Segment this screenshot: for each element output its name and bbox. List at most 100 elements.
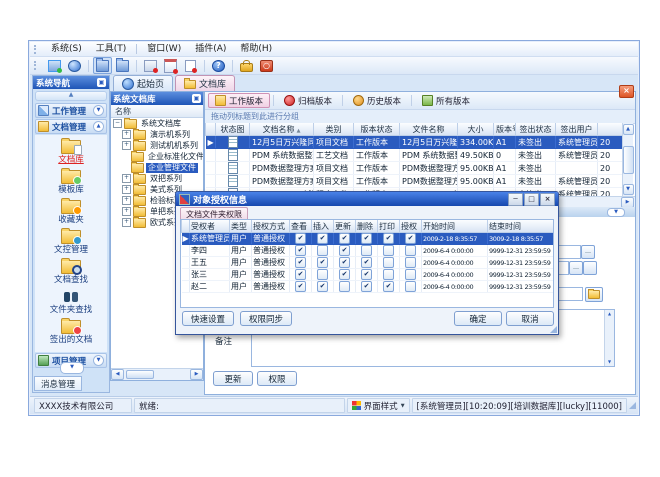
checkbox[interactable] [339, 245, 350, 256]
perm-column-header-2[interactable]: 类型 [230, 220, 252, 233]
close-tab-button[interactable]: × [619, 85, 634, 98]
permission-sync-button[interactable]: 权限同步 [240, 311, 292, 326]
permission-row-5[interactable]: 赵二用户普通授权2009-6-4 0:00:009999-12-31 23:59… [182, 281, 554, 293]
perm-column-header-8[interactable]: 打印 [378, 220, 400, 233]
column-header-2[interactable]: 文档名称▲ [250, 123, 314, 136]
perm-column-header-9[interactable]: 授权 [400, 220, 422, 233]
scroll-left-icon[interactable]: ◀ [111, 369, 124, 380]
sidebar-item-3[interactable]: 收藏夹 [35, 198, 107, 228]
checkbox[interactable] [295, 281, 306, 292]
perm-column-header-1[interactable]: 受权者 [190, 220, 230, 233]
perm-column-header-11[interactable]: 结束时间 [488, 220, 554, 233]
chevron-down-icon[interactable]: ▼ [93, 105, 104, 116]
tree-node-2[interactable]: +演示机系列 [111, 129, 203, 140]
page-alert-button[interactable] [181, 57, 200, 74]
scroll-thumb[interactable] [623, 146, 634, 174]
ellipsis-button[interactable]: … [581, 245, 595, 259]
browse-button[interactable] [583, 261, 597, 275]
checkbox[interactable] [339, 233, 350, 244]
checkbox[interactable] [383, 269, 394, 280]
checkbox[interactable] [317, 233, 328, 244]
tree-panel-menu-icon[interactable]: ▣ [192, 94, 201, 103]
checkbox[interactable] [295, 245, 306, 256]
tree-expander-icon[interactable]: + [122, 185, 131, 194]
dialog-resize-grip[interactable] [550, 326, 557, 333]
checkbox[interactable] [405, 257, 416, 268]
tree-expander-icon[interactable]: + [122, 218, 131, 227]
checkbox[interactable] [295, 257, 306, 268]
perm-column-header-5[interactable]: 插入 [312, 220, 334, 233]
sidebar-collapse-button[interactable]: ▲ [35, 91, 107, 101]
sync-button[interactable] [45, 57, 64, 74]
menu-item-1[interactable]: 系统(S) [44, 43, 89, 56]
checkbox[interactable] [383, 257, 394, 268]
column-header-5[interactable]: 文件名称 [400, 123, 458, 136]
tree-column-header[interactable]: 名称 [111, 105, 203, 118]
document-row-4[interactable]: PDM数据整理方案2.doc项目文档工作版本PDM数据整理方案2.doc95.0… [206, 175, 623, 188]
checkbox[interactable] [339, 269, 350, 280]
chevron-up-icon[interactable]: ▲ [93, 121, 104, 132]
sidebar-section-document[interactable]: 文档管理 ▲ [35, 119, 107, 134]
ui-style-selector[interactable]: 界面样式 ▼ [347, 398, 410, 413]
tab-1[interactable]: 起始页 [113, 75, 173, 91]
update-button[interactable]: 更新 [213, 371, 253, 386]
version-button-3[interactable]: 历史版本 [346, 93, 408, 108]
tree-expander-icon[interactable]: + [122, 174, 131, 183]
tree-node-3[interactable]: +测试机机系列 [111, 140, 203, 151]
perm-column-header-4[interactable]: 查看 [290, 220, 312, 233]
perm-column-header-7[interactable]: 删除 [356, 220, 378, 233]
calendar-alert-button[interactable] [161, 57, 180, 74]
tree-node-1[interactable]: −系统文档库 [111, 118, 203, 129]
checkbox[interactable] [361, 269, 372, 280]
checkbox[interactable] [405, 245, 416, 256]
tree-node-5[interactable]: 企业管理文件 [111, 162, 203, 173]
menu-item-4[interactable]: 插件(A) [188, 43, 233, 56]
permission-button[interactable]: 权限 [257, 371, 297, 386]
permission-row-4[interactable]: 张三用户普通授权2009-6-4 0:00:009999-12-31 23:59… [182, 269, 554, 281]
checkbox[interactable] [317, 245, 328, 256]
permission-row-3[interactable]: 王五用户普通授权2009-6-4 0:00:009999-12-31 23:59… [182, 257, 554, 269]
splitter-collapse-icon[interactable]: ▼ [607, 208, 625, 217]
cancel-button[interactable]: 取消 [506, 311, 554, 326]
tab-2[interactable]: 文档库 [175, 75, 235, 91]
tree-expander-icon[interactable]: + [122, 207, 131, 216]
open-folder-button[interactable] [585, 287, 603, 302]
message-mgmt-tab[interactable]: 消息管理 [34, 376, 82, 391]
checkbox[interactable] [339, 257, 350, 268]
tree-expander-icon[interactable]: − [113, 119, 122, 128]
ellipsis-button[interactable]: … [569, 261, 583, 275]
checkbox[interactable] [405, 233, 416, 244]
sidebar-pin-icon[interactable]: ▣ [97, 78, 106, 87]
group-by-bar[interactable]: 拖动列标题到此进行分组 [205, 110, 635, 124]
column-header-9[interactable]: 签出用户 [556, 123, 598, 136]
document-row-3[interactable]: PDM数据整理方案.doc项目文档工作版本PDM数据整理方案.doc95.00K… [206, 162, 623, 175]
tree-node-6[interactable]: +双把系列 [111, 173, 203, 184]
tree-node-4[interactable]: 企业标准化文件 [111, 151, 203, 162]
folder-open-button[interactable] [93, 57, 112, 74]
permission-row-2[interactable]: 李四用户普通授权2009-6-4 0:00:009999-12-31 23:59… [182, 245, 554, 257]
textarea-scrollbar[interactable]: ▲▼ [604, 310, 614, 366]
tree-hscrollbar[interactable]: ◀ ▶ [111, 368, 203, 380]
tree-expander-icon[interactable]: + [122, 141, 131, 150]
checkbox[interactable] [361, 281, 372, 292]
checkbox[interactable] [295, 233, 306, 244]
menu-item-3[interactable]: 窗口(W) [140, 43, 188, 56]
scroll-right-icon[interactable]: ▶ [190, 369, 203, 380]
sidebar-item-5[interactable]: 文档查找 [35, 258, 107, 288]
checkbox[interactable] [383, 281, 394, 292]
perm-column-header-6[interactable]: 更新 [334, 220, 356, 233]
chevron-down-icon[interactable]: ▼ [93, 355, 104, 366]
close-icon[interactable]: × [540, 193, 555, 206]
checkbox[interactable] [339, 281, 350, 292]
folder-button[interactable] [113, 57, 132, 74]
menu-item-2[interactable]: 工具(T) [89, 43, 134, 56]
grid-vscrollbar[interactable]: ▲ ▼ [622, 123, 633, 196]
sidebar-item-7[interactable]: 签出的文档 [35, 318, 107, 348]
column-header-extra[interactable] [598, 123, 623, 136]
scroll-thumb[interactable] [126, 370, 154, 379]
checkbox[interactable] [405, 269, 416, 280]
help-button[interactable] [209, 57, 228, 74]
window-resize-grip[interactable] [629, 402, 636, 409]
version-button-4[interactable]: 所有版本 [415, 93, 477, 108]
power-button[interactable] [257, 57, 276, 74]
